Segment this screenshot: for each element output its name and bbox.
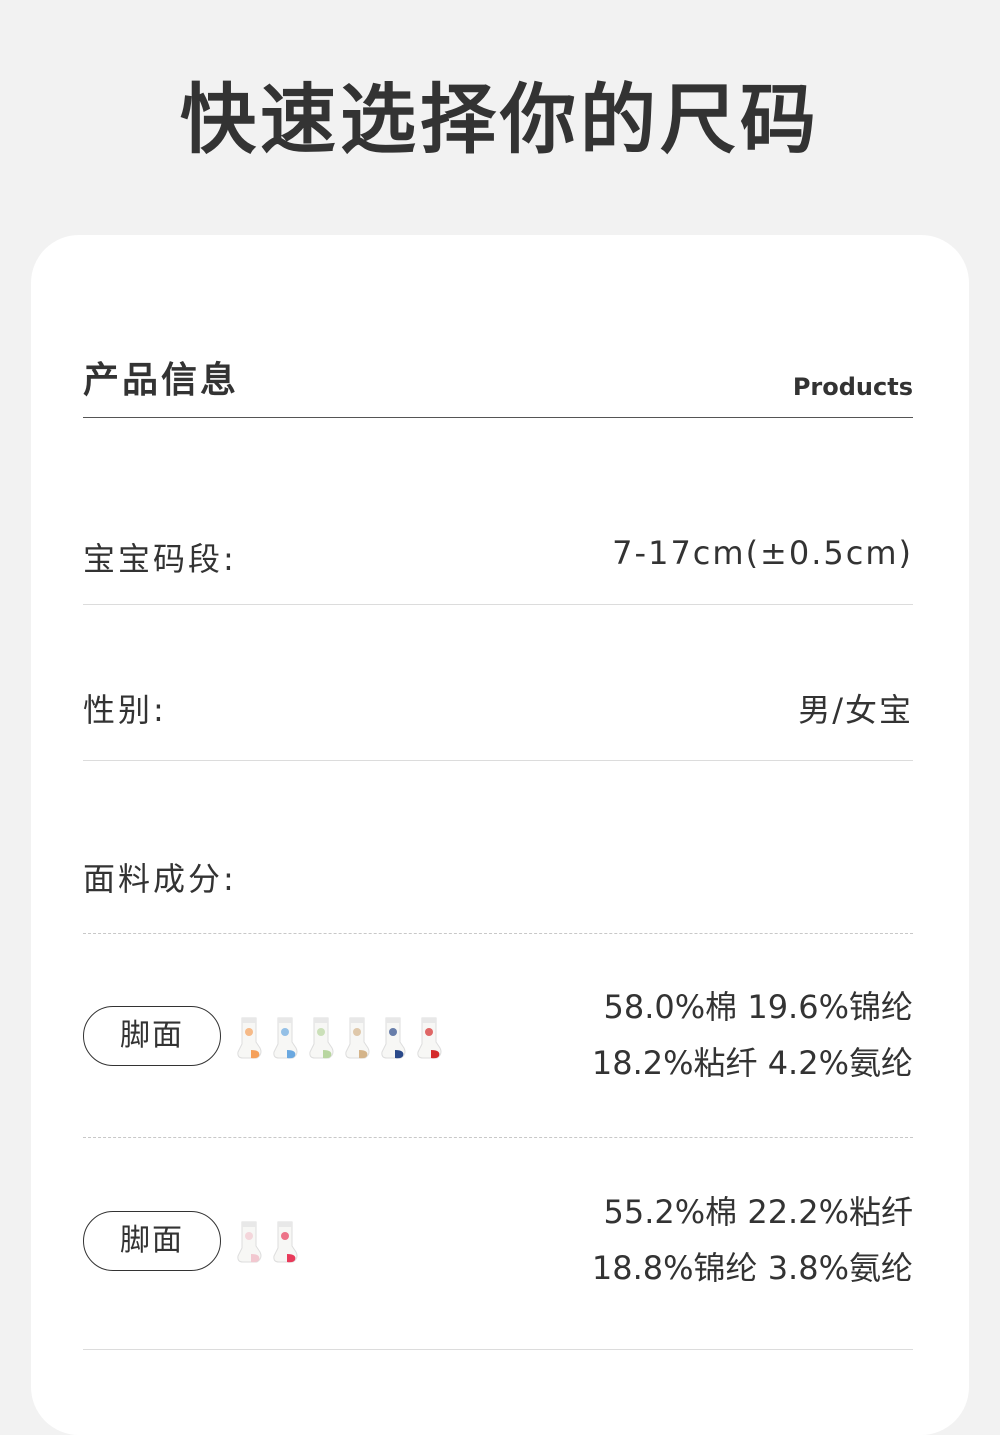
sock-icon	[237, 1221, 262, 1263]
fabric-label: 面料成分:	[83, 860, 237, 898]
gender-label: 性别:	[83, 691, 167, 729]
composition-line: 55.2%棉 22.2%粘纤	[603, 1193, 914, 1231]
size-row: 宝宝码段: 7-17cm(±0.5cm)	[83, 500, 913, 605]
gender-value: 男/女宝	[798, 691, 913, 729]
composition-text: 58.0%棉 19.6%锦纶 18.2%粘纤 4.2%氨纶	[592, 979, 913, 1091]
composition-line: 58.0%棉 19.6%锦纶	[603, 988, 914, 1026]
sock-icon	[309, 1017, 334, 1059]
sock-icon	[273, 1017, 298, 1059]
part-pill: 脚面	[83, 1211, 221, 1271]
fabric-group: 脚面 55.2%棉 22.2%粘纤 18.8%锦纶 3.8%氨纶	[83, 1138, 913, 1350]
section-header: 产品信息 Products	[83, 347, 913, 418]
section-subtitle: Products	[792, 373, 913, 401]
product-info-card: 产品信息 Products 宝宝码段: 7-17cm(±0.5cm) 性别: 男…	[31, 235, 969, 1435]
sock-icon	[273, 1221, 298, 1263]
sock-thumbnails	[233, 1218, 301, 1266]
sock-icon	[237, 1017, 262, 1059]
size-value: 7-17cm(±0.5cm)	[612, 534, 913, 572]
page-title: 快速选择你的尺码	[180, 75, 820, 164]
fabric-row: 面料成分:	[83, 830, 913, 934]
composition-line: 18.8%锦纶 3.8%氨纶	[591, 1249, 913, 1287]
section-title: 产品信息	[83, 360, 240, 401]
sock-thumbnails	[233, 1014, 445, 1062]
sock-icon	[345, 1017, 370, 1059]
composition-line: 18.2%粘纤 4.2%氨纶	[591, 1044, 913, 1082]
part-pill: 脚面	[83, 1006, 221, 1066]
fabric-group: 脚面 58.0%棉 19.6%锦纶 18.2%粘纤 4.2%氨纶	[83, 934, 913, 1138]
sock-icon	[381, 1017, 406, 1059]
sock-icon	[417, 1017, 442, 1059]
gender-row: 性别: 男/女宝	[83, 655, 913, 761]
size-label: 宝宝码段:	[83, 540, 237, 578]
composition-text: 55.2%棉 22.2%粘纤 18.8%锦纶 3.8%氨纶	[592, 1184, 913, 1296]
